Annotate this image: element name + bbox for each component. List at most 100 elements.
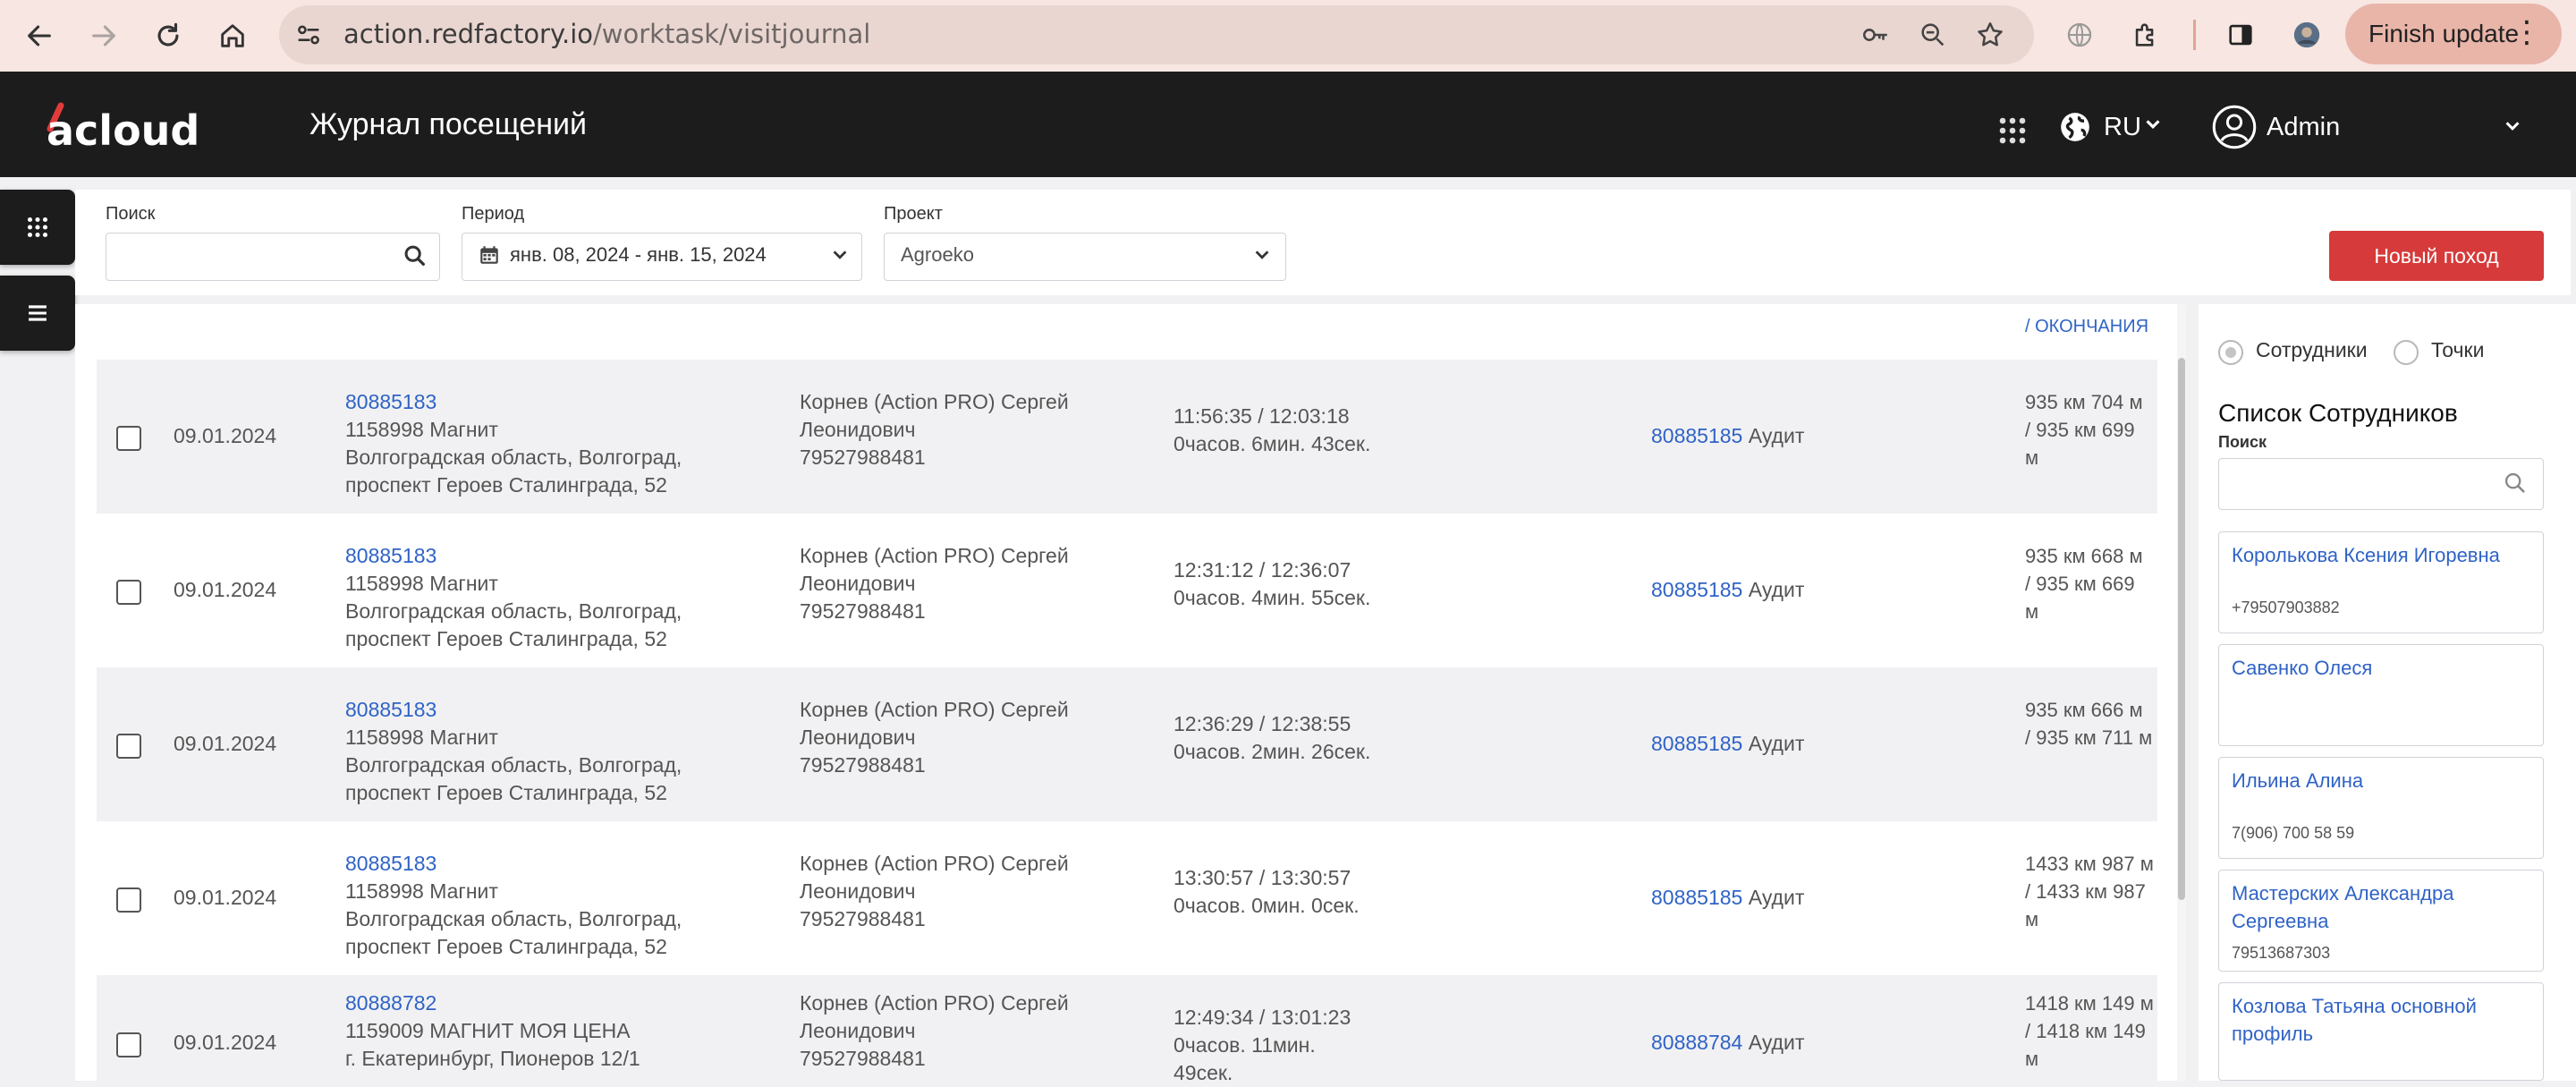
chevron-down-icon[interactable] xyxy=(2501,116,2524,136)
scrollbar-thumb[interactable] xyxy=(2178,358,2185,900)
point-address-line1: г. Екатеринбург, Пионеров 12/1 xyxy=(345,1047,640,1070)
task-type: Аудит xyxy=(1748,424,1805,447)
translate-globe-icon[interactable] xyxy=(2059,14,2100,55)
employee-card-name[interactable]: Ильина Алина xyxy=(2232,767,2536,794)
point-id-link[interactable]: 80888782 xyxy=(345,989,739,1017)
point-name: 1159009 МАГНИТ МОЯ ЦЕНА xyxy=(345,1019,631,1042)
menu-button[interactable] xyxy=(0,276,75,351)
back-icon[interactable] xyxy=(16,13,63,59)
distance-end: / 1418 км 149 xyxy=(2025,1020,2146,1042)
hamburger-icon xyxy=(29,305,47,321)
user-menu[interactable]: Admin xyxy=(2267,107,2340,147)
employee-card-name[interactable]: Козлова Татьяна основной профиль xyxy=(2232,992,2536,1048)
visit-date: 09.01.2024 xyxy=(174,424,277,447)
project-value: Agroeko xyxy=(901,243,974,266)
site-settings-icon[interactable] xyxy=(288,14,329,55)
home-icon[interactable] xyxy=(209,13,256,59)
point-address-line1: Волгоградская область, Волгоград, xyxy=(345,753,682,777)
task-id-link[interactable]: 80885185 xyxy=(1651,886,1742,909)
table-row[interactable]: 09.01.2024 80885183 1158998 Магнит Волгогра… xyxy=(97,360,2157,514)
task-id-link[interactable]: 80888784 xyxy=(1651,1031,1742,1054)
distance-cell: 935 км 668 м / 935 км 669 м xyxy=(2025,542,2159,625)
url-host: action.redfactory.io xyxy=(343,19,594,49)
task-type: Аудит xyxy=(1748,578,1805,601)
search-icon[interactable] xyxy=(2503,471,2528,496)
employee-card-name[interactable]: Королькова Ксения Игоревна xyxy=(2232,541,2536,569)
bookmark-star-icon[interactable] xyxy=(1970,14,2011,55)
forward-icon[interactable] xyxy=(80,13,127,59)
employee-card[interactable]: Мастерских Александра Сергеевна 795136873… xyxy=(2218,870,2544,972)
time-range: 12:49:34 / 13:01:23 xyxy=(1174,1006,1352,1029)
extensions-puzzle-icon[interactable] xyxy=(2125,14,2166,55)
time-range: 11:56:35 / 12:03:18 xyxy=(1174,404,1350,428)
task-id-link[interactable]: 80885185 xyxy=(1651,578,1742,601)
point-cell: 80885183 1158998 Магнит Волгоградская обла… xyxy=(345,542,739,653)
distance-cell: 935 км 704 м / 935 км 699 м xyxy=(2025,388,2159,471)
row-checkbox[interactable] xyxy=(116,734,141,759)
row-checkbox[interactable] xyxy=(116,580,141,605)
point-name: 1158998 Магнит xyxy=(345,572,498,595)
table-row[interactable]: 09.01.2024 80885183 1158998 Магнит Волгогра… xyxy=(97,667,2157,821)
task-id-link[interactable]: 80885185 xyxy=(1651,732,1742,755)
point-name: 1158998 Магнит xyxy=(345,879,498,903)
employee-card-name[interactable]: Савенко Олеся xyxy=(2232,654,2536,682)
distance-start: 1433 км 987 м xyxy=(2025,853,2154,875)
table-row[interactable]: 09.01.2024 80885183 1158998 Магнит Волгогра… xyxy=(97,821,2157,975)
url-text[interactable]: action.redfactory.io/worktask/visitjourn… xyxy=(343,13,870,55)
column-header-end[interactable]: / ОКОНЧАНИЯ xyxy=(2025,313,2148,340)
finish-update-button[interactable]: Finish update ⋮ xyxy=(2345,4,2562,64)
employee-name-line2: Леонидович xyxy=(800,418,916,441)
side-panel-icon[interactable] xyxy=(2220,14,2261,55)
time-duration: 0часов. 4мин. 55сек. xyxy=(1174,586,1371,609)
time-cell: 11:56:35 / 12:03:18 0часов. 6мин. 43сек. xyxy=(1174,403,1442,458)
employee-card[interactable]: Ильина Алина 7(906) 700 58 59 xyxy=(2218,757,2544,859)
search-icon[interactable] xyxy=(402,243,428,268)
visit-date: 09.01.2024 xyxy=(174,886,277,909)
reload-icon[interactable] xyxy=(145,13,191,59)
employee-card[interactable]: Савенко Олеся xyxy=(2218,644,2544,746)
time-duration: 0часов. 2мин. 26сек. xyxy=(1174,740,1371,763)
chevron-down-icon[interactable] xyxy=(1252,245,1272,265)
user-avatar-icon[interactable] xyxy=(2211,104,2258,150)
modules-grid-button[interactable] xyxy=(0,190,75,265)
row-checkbox[interactable] xyxy=(116,426,141,451)
language-selector[interactable]: RU xyxy=(2104,107,2141,147)
radio-points[interactable] xyxy=(2394,340,2419,365)
row-checkbox[interactable] xyxy=(116,1032,141,1057)
employee-card[interactable]: Королькова Ксения Игоревна +79507903882 xyxy=(2218,531,2544,633)
apps-grid-icon[interactable] xyxy=(1993,111,2032,150)
employee-cell: Корнев (Action PRO) Сергей Леонидович 7952… xyxy=(800,696,1140,779)
chevron-down-icon[interactable] xyxy=(2143,115,2163,134)
table-row[interactable]: 09.01.2024 80885183 1158998 Магнит Волгогра… xyxy=(97,514,2157,667)
profile-avatar[interactable] xyxy=(2286,14,2327,55)
point-id-link[interactable]: 80885183 xyxy=(345,542,739,570)
employee-card-name[interactable]: Мастерских Александра Сергеевна xyxy=(2232,879,2536,935)
task-id-link[interactable]: 80885185 xyxy=(1651,424,1742,447)
language-globe-icon[interactable] xyxy=(2057,109,2093,145)
visit-date: 09.01.2024 xyxy=(174,578,277,601)
radio-employees[interactable] xyxy=(2218,340,2243,365)
radio-employees-label[interactable]: Сотрудники xyxy=(2256,338,2368,362)
task-cell: 80885185 Аудит xyxy=(1651,576,1804,604)
zoom-icon[interactable] xyxy=(1912,14,1953,55)
table-row[interactable]: 09.01.2024 80888782 1159009 МАГНИТ МОЯ ЦЕН… xyxy=(97,975,2157,1084)
radio-points-label[interactable]: Точки xyxy=(2431,338,2484,362)
point-id-link[interactable]: 80885183 xyxy=(345,696,739,724)
distance-start: 935 км 704 м xyxy=(2025,391,2143,413)
filter-panel xyxy=(75,190,2571,295)
password-key-icon[interactable] xyxy=(1855,14,1896,55)
search-input[interactable] xyxy=(106,233,440,281)
point-address-line2: проспект Героев Сталинграда, 52 xyxy=(345,935,667,958)
employee-card[interactable]: Козлова Татьяна основной профиль xyxy=(2218,982,2544,1081)
point-id-link[interactable]: 80885183 xyxy=(345,388,739,416)
period-label: Период xyxy=(462,204,525,224)
point-id-link[interactable]: 80885183 xyxy=(345,850,739,878)
employees-list-title: Список Сотрудников xyxy=(2218,399,2458,427)
acloud-logo[interactable]: acloud xyxy=(30,93,218,157)
row-checkbox[interactable] xyxy=(116,887,141,913)
kebab-menu-icon[interactable]: ⋮ xyxy=(2512,14,2542,50)
chevron-down-icon[interactable] xyxy=(830,245,850,265)
employee-search-input[interactable] xyxy=(2218,458,2544,510)
task-cell: 80885185 Аудит xyxy=(1651,422,1804,450)
new-trip-button[interactable]: Новый поход xyxy=(2329,231,2544,281)
